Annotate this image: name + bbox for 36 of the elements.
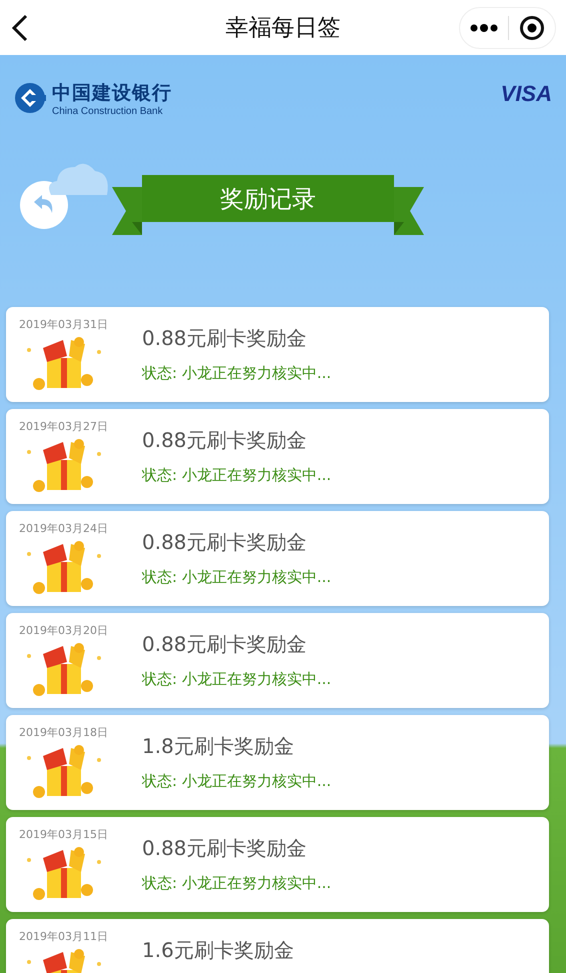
record-date: 2019年03月18日 [19, 725, 109, 740]
record-status: 状态: 小龙正在努力核实中... [142, 874, 332, 893]
record-date: 2019年03月31日 [19, 317, 109, 332]
bank-logo-icon [14, 82, 46, 114]
more-icon[interactable] [470, 22, 498, 32]
reward-title: 0.88元刷卡奖励金 [142, 427, 308, 454]
record-date: 2019年03月11日 [19, 929, 109, 944]
reward-title: 0.88元刷卡奖励金 [142, 835, 308, 862]
reward-title: 1.6元刷卡奖励金 [142, 937, 294, 964]
record-status: 状态: 小龙正在努力核实中... [142, 466, 332, 485]
record-date: 2019年03月24日 [19, 521, 109, 536]
reward-title: 0.88元刷卡奖励金 [142, 529, 308, 556]
bank-name: 中国建设银行 [52, 80, 172, 106]
record-date: 2019年03月27日 [19, 419, 109, 434]
bank-name-english: China Construction Bank [52, 106, 164, 116]
banner-title: 奖励记录 [142, 175, 394, 222]
back-chevron-icon[interactable] [10, 12, 30, 42]
record-status: 状态: 小龙正在努力核实中... [142, 670, 332, 689]
record-date: 2019年03月15日 [19, 827, 109, 842]
record-date: 2019年03月20日 [19, 623, 109, 638]
record-status: 状态: 小龙正在努力核实中... [142, 568, 332, 587]
reward-title: 0.88元刷卡奖励金 [142, 631, 308, 658]
card-brand-logo: VISA [500, 81, 552, 108]
record-status: 状态: 小龙正在努力核实中... [142, 772, 332, 791]
reward-title: 1.8元刷卡奖励金 [142, 733, 295, 760]
reward-record-card[interactable]: 2019年03月31日 0.88元刷卡奖励金 状态: 小龙正在努力核实中... [6, 307, 549, 402]
reward-title: 0.88元刷卡奖励金 [142, 325, 308, 352]
page-title: 幸福每日签 [226, 14, 340, 43]
reward-record-card[interactable]: 2019年03月27日 0.88元刷卡奖励金 状态: 小龙正在努力核实中... [6, 409, 549, 504]
close-target-icon[interactable] [519, 14, 545, 40]
reward-record-card[interactable]: 2019年03月15日 0.88元刷卡奖励金 状态: 小龙正在努力核实中... [6, 817, 549, 912]
reward-record-card[interactable]: 2019年03月20日 0.88元刷卡奖励金 状态: 小龙正在努力核实中... [6, 613, 549, 708]
reward-record-card[interactable]: 2019年03月11日 1.6元刷卡奖励金 [6, 919, 549, 973]
record-status: 状态: 小龙正在努力核实中... [142, 364, 332, 383]
reward-record-card[interactable]: 2019年03月18日 1.8元刷卡奖励金 状态: 小龙正在努力核实中... [6, 715, 549, 810]
reward-record-card[interactable]: 2019年03月24日 0.88元刷卡奖励金 状态: 小龙正在努力核实中... [6, 511, 549, 606]
